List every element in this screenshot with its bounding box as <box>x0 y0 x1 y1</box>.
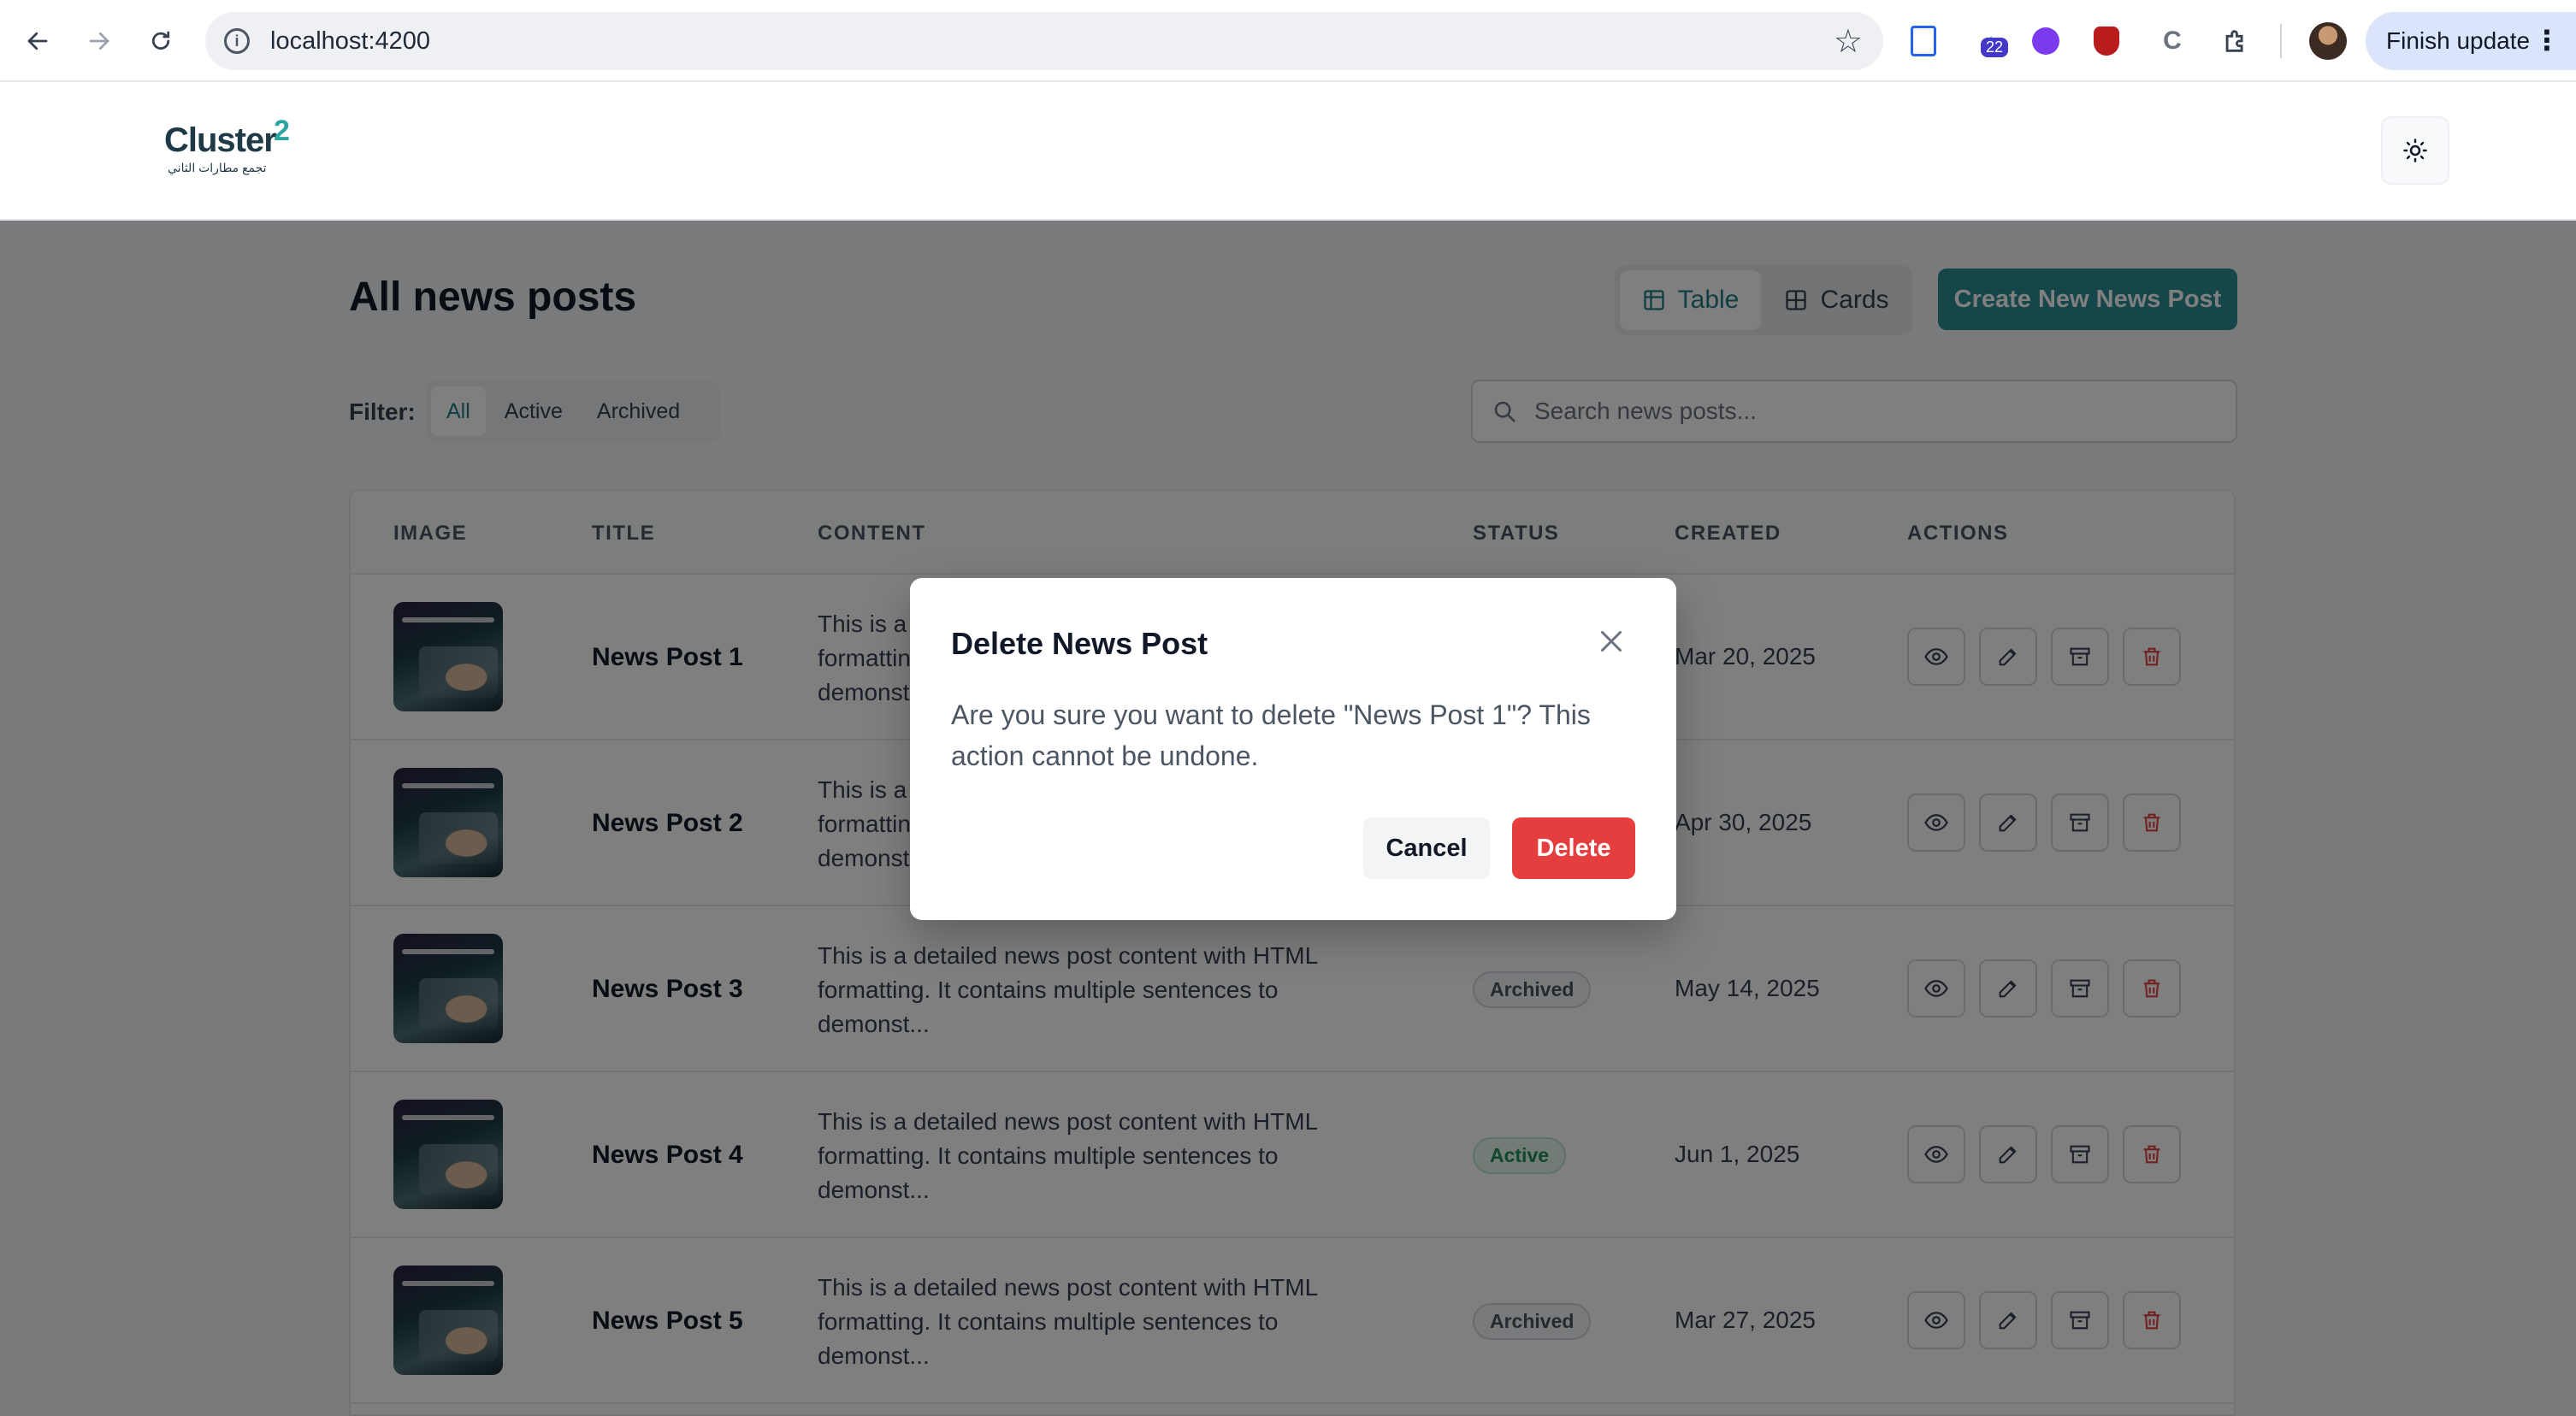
sun-icon <box>2403 139 2427 162</box>
app-header: Cluster 2 تجمع مطارات الثاني <box>0 82 2576 221</box>
close-icon[interactable] <box>1592 622 1630 660</box>
logo-subtitle: تجمع مطارات الثاني <box>168 161 267 174</box>
finish-update-button[interactable]: Finish update ⋮ <box>2366 12 2576 70</box>
finish-update-label: Finish update <box>2386 27 2531 54</box>
dialog-message: Are you sure you want to delete "News Po… <box>951 699 1591 771</box>
dialog-title: Delete News Post <box>951 626 1208 661</box>
extension-shield-icon[interactable] <box>2094 27 2119 56</box>
confirm-delete-button[interactable]: Delete <box>1512 817 1635 879</box>
logo-text: Cluster <box>164 121 277 159</box>
url-text: localhost:4200 <box>270 27 431 55</box>
extension-circle-icon[interactable] <box>2032 27 2059 55</box>
address-bar[interactable]: i localhost:4200 ☆ <box>205 12 1883 70</box>
extension-c-icon[interactable]: C <box>2154 22 2191 60</box>
browser-toolbar: i localhost:4200 ☆ ▲ 22 C Finish update … <box>0 0 2576 82</box>
extensions-puzzle-icon[interactable] <box>2217 22 2254 60</box>
theme-toggle-button[interactable] <box>2381 116 2449 185</box>
forward-icon[interactable] <box>77 19 121 63</box>
back-icon[interactable] <box>15 19 60 63</box>
toolbar-divider <box>2280 24 2282 58</box>
extension-badge: 22 <box>1981 38 2009 57</box>
logo[interactable]: Cluster 2 تجمع مطارات الثاني <box>164 115 301 181</box>
extension-doc-icon[interactable] <box>1911 26 1936 56</box>
logo-superscript: 2 <box>274 115 290 147</box>
delete-confirmation-dialog: Delete News Post Are you sure you want t… <box>910 578 1676 920</box>
info-icon[interactable]: i <box>224 28 250 54</box>
cancel-button[interactable]: Cancel <box>1363 817 1490 879</box>
star-icon[interactable]: ☆ <box>1834 22 1863 61</box>
profile-avatar[interactable] <box>2309 22 2347 60</box>
more-menu-icon[interactable]: ⋮ <box>2533 24 2561 56</box>
reload-icon[interactable] <box>139 19 183 63</box>
